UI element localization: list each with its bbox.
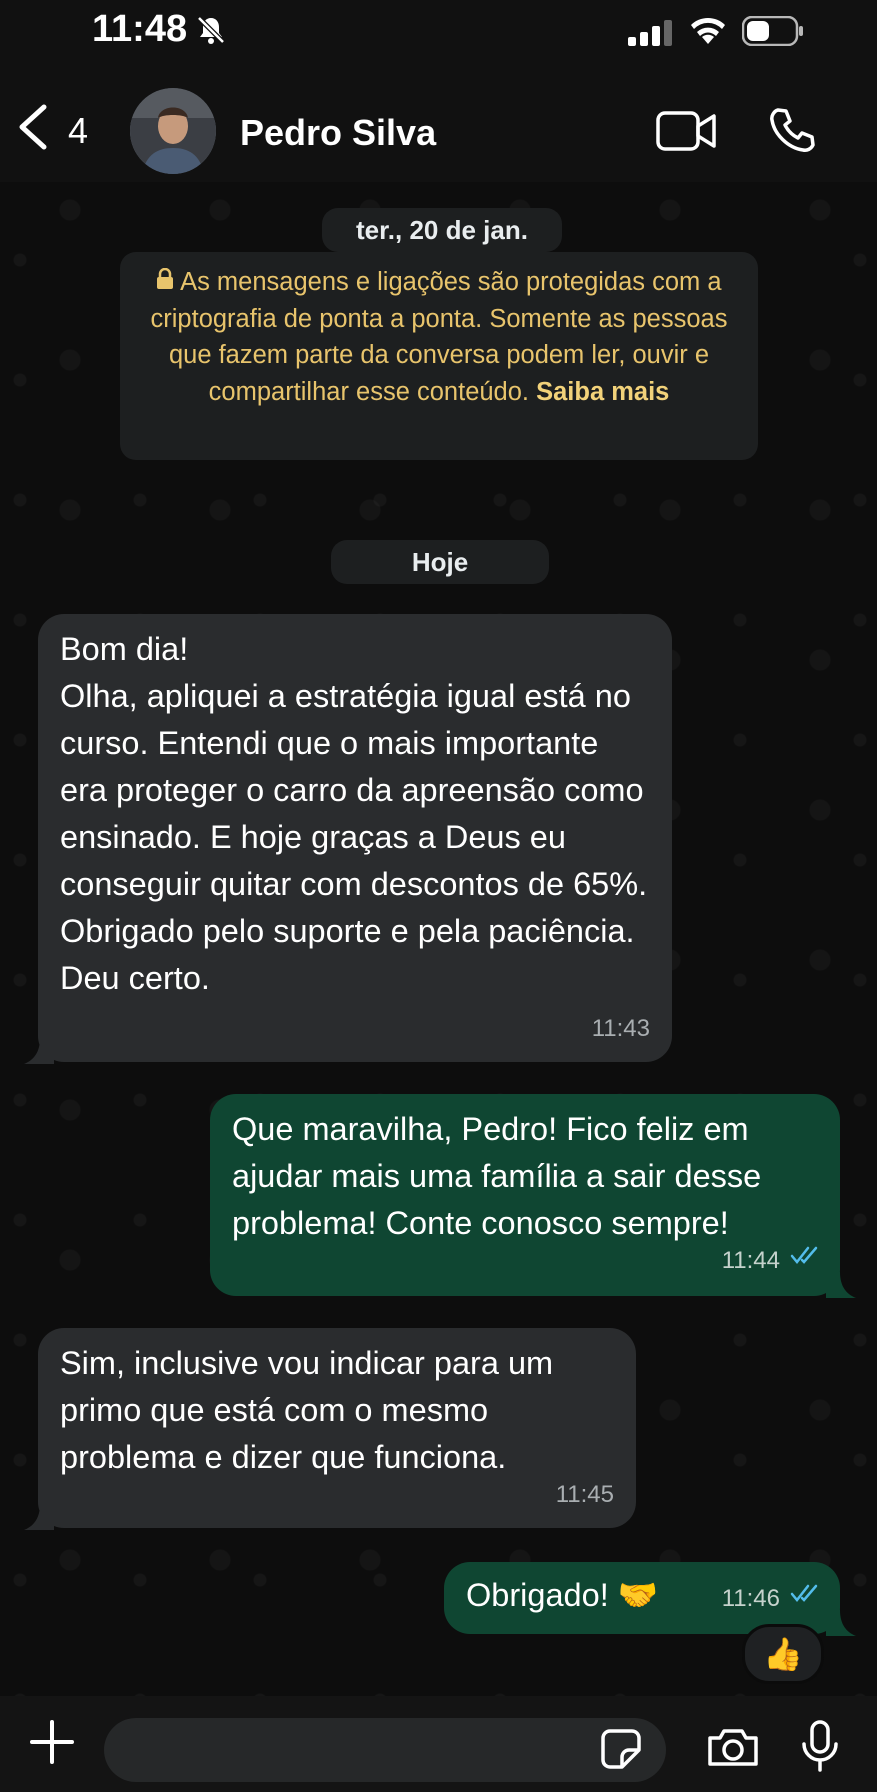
message-text: Bom dia! Olha, apliquei a estratégia igu… [60, 631, 648, 996]
bell-off-icon [195, 14, 227, 51]
contact-name[interactable]: Pedro Silva [240, 112, 436, 154]
status-time: 11:48 [92, 8, 188, 50]
double-check-icon [790, 1569, 822, 1616]
message-time: 11:45 [555, 1481, 614, 1508]
microphone-icon[interactable] [800, 1720, 840, 1777]
avatar[interactable] [130, 88, 216, 174]
signal-icon [628, 20, 672, 51]
bubble-tail [826, 1610, 856, 1636]
message-text: Sim, inclusive vou indicar para um primo… [60, 1345, 554, 1475]
message-reaction[interactable]: 👍 [742, 1624, 824, 1684]
bubble-tail [24, 1504, 54, 1530]
back-icon[interactable] [16, 104, 50, 155]
encryption-notice[interactable]: As mensagens e ligações são protegidas c… [120, 252, 758, 460]
outgoing-message[interactable]: Que maravilha, Pedro! Fico feliz em ajud… [210, 1094, 840, 1296]
message-text: Que maravilha, Pedro! Fico feliz em ajud… [232, 1111, 762, 1241]
date-separator: ter., 20 de jan. [322, 208, 562, 252]
message-time: 11:46 [721, 1585, 780, 1612]
chat-header: 4 Pedro Silva [0, 70, 877, 182]
learn-more-link[interactable]: Saiba mais [536, 378, 669, 406]
unread-count[interactable]: 4 [68, 110, 88, 152]
today-separator: Hoje [331, 540, 549, 584]
bubble-tail [826, 1272, 856, 1298]
incoming-message[interactable]: Bom dia! Olha, apliquei a estratégia igu… [38, 614, 672, 1062]
camera-icon[interactable] [706, 1726, 760, 1773]
message-input[interactable] [104, 1718, 666, 1782]
video-call-icon[interactable] [656, 110, 718, 157]
bubble-tail [24, 1038, 54, 1064]
sticker-icon[interactable] [600, 1728, 642, 1775]
message-time: 11:43 [591, 1015, 650, 1042]
phone-icon[interactable] [768, 106, 816, 159]
incoming-message[interactable]: Sim, inclusive vou indicar para um primo… [38, 1328, 636, 1528]
status-bar: 11:48 [0, 0, 877, 70]
plus-icon[interactable] [26, 1716, 78, 1773]
composer-bar [0, 1696, 877, 1792]
message-time: 11:44 [721, 1247, 780, 1274]
lock-icon [156, 267, 180, 296]
double-check-icon [790, 1231, 822, 1278]
wifi-icon [688, 14, 728, 51]
battery-icon [741, 15, 804, 51]
